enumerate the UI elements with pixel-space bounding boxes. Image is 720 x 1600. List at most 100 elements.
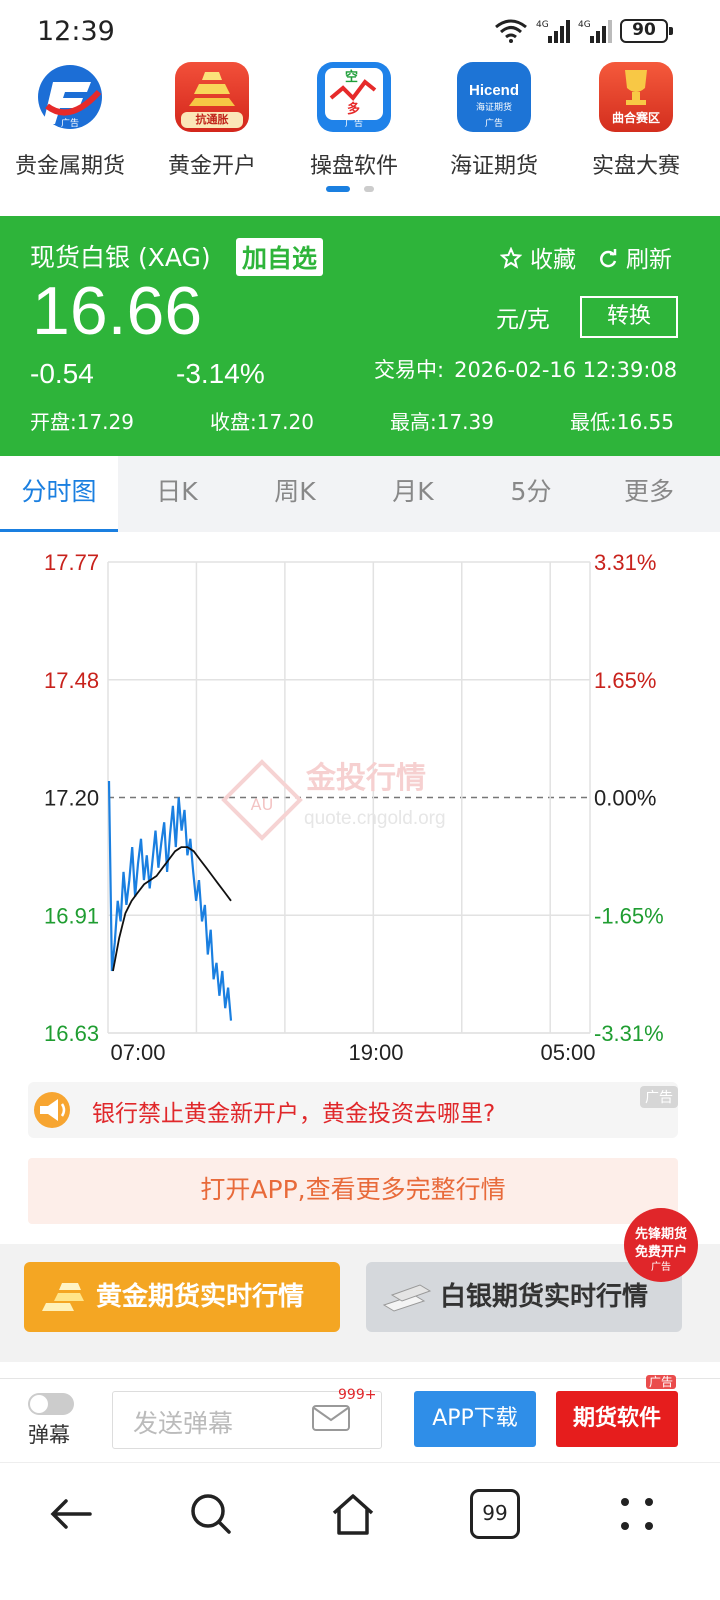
watermark-url: quote.cngold.org [304,808,446,829]
open-app-button[interactable]: 打开APP,查看更多完整行情 [28,1158,678,1224]
icon-text-bottom: 多 [347,102,361,117]
tab-weekly-k[interactable]: 周K [236,456,354,532]
x-tick-label: 05:00 [540,1040,595,1065]
price-change-percent: -3.14% [176,358,265,389]
y-tick-label-right: 3.31% [594,550,656,575]
browser-nav-bar: 99 [0,1462,720,1600]
svg-text:4G: 4G [536,20,549,30]
watermark-text: 金投行情 [305,761,426,796]
float-ad-line2: 免费开户 [634,1245,687,1260]
favorite-label: 收藏 [530,247,576,273]
ad-banner[interactable]: 银行禁止黄金新开户，黄金投资去哪里? 广告 [28,1082,678,1138]
trophy-icon: 曲合赛区 [599,62,673,132]
danmu-toggle-label: 弹幕 [28,1423,70,1447]
favorite-button[interactable]: 收藏 [499,240,576,274]
battery-icon: 90 [620,19,673,43]
x-tick-label: 19:00 [348,1040,403,1065]
high-price: 最高:17.39 [390,410,494,434]
app-item-trading-contest[interactable]: 曲合赛区 实盘大赛 [566,62,706,180]
search-icon[interactable] [186,1489,236,1539]
intraday-chart[interactable]: AU 金投行情 quote.cngold.org 17.77 3.31% 17.48 1.6… [0,540,720,1070]
add-watchlist-button[interactable]: 加自选 [236,238,324,276]
app-item-gold-account[interactable]: 抗通胀 黄金开户 [142,62,282,180]
tab-daily-k[interactable]: 日K [118,456,236,532]
ad-mark: 广告 [60,119,79,129]
current-price: 16.66 [32,273,203,349]
chart-tabs: 分时图 日K 周K 月K 5分 更多 [0,456,720,532]
svg-text:4G: 4G [578,20,591,30]
carousel-dot [364,186,374,192]
message-badge: 999+ [338,1387,377,1403]
wifi-icon [495,19,527,43]
close-price: 收盘:17.20 [210,410,314,434]
menu-dots-icon[interactable] [612,1489,662,1539]
trading-chart-icon: 空 多 广告 [317,62,391,132]
y-tick-label-right: -1.65% [594,903,664,928]
instrument-name: 现货白银 (XAG) [30,243,211,272]
status-icons: 4G 4G 90 [494,18,673,44]
y-tick-label-right: -3.31% [594,1021,664,1046]
back-arrow-icon[interactable] [46,1489,96,1539]
intraday-chart-svg: AU 金投行情 quote.cngold.org 17.77 3.31% 17.48 1.6… [44,550,664,1065]
carousel-dot-active [326,186,350,192]
tab-5min[interactable]: 5分 [472,456,590,532]
brand-text: Hicend [468,82,519,99]
app-label: 海证期货 [449,154,538,179]
status-time: 12:39 [37,16,115,47]
float-ad-line1: 先锋期货 [634,1227,687,1242]
floating-ad-button[interactable]: 先锋期货 免费开户 广告 [624,1208,698,1282]
tab-monthly-k[interactable]: 月K [354,456,472,532]
gold-futures-label: 黄金期货实时行情 [96,1282,305,1312]
brand-subtext: 海证期货 [475,103,512,113]
app-label: 贵金属期货 [14,154,125,179]
app-label: 黄金开户 [167,154,256,179]
signal-icon: 4G [536,20,570,43]
app-badge: 曲合赛区 [611,111,660,125]
refresh-button[interactable]: 刷新 [598,240,672,274]
trading-status: 交易中: 2026-02-16 12:39:08 [374,354,677,384]
futures-software-label: 期货软件 [572,1406,661,1431]
carousel-indicator [326,186,374,192]
app-badge: 抗通胀 [181,112,243,128]
status-label: 交易中: [374,358,445,382]
danmu-toggle[interactable] [28,1393,74,1415]
y-tick-label-left: 17.20 [44,786,99,811]
futures-software-button[interactable]: 期货软件 广告 [556,1375,678,1447]
quote-timestamp: 2026-02-16 12:39:08 [454,358,678,382]
gold-futures-button[interactable]: 黄金期货实时行情 [24,1262,340,1332]
y-tick-label-left: 16.63 [44,1021,99,1046]
bottom-action-bar: 弹幕 发送弹幕 999+ APP下载 期货软件 广告 [0,1375,720,1460]
y-tick-label-left: 17.77 [44,550,99,575]
app-item-precious-metals-futures[interactable]: 广告 贵金属期货 [0,62,140,180]
hicend-logo-icon: Hicend 海证期货 广告 [457,62,531,132]
futures-logo-icon: 广告 [33,62,107,132]
float-ad-tag: 广告 [651,1262,671,1273]
star-icon [499,246,523,269]
home-icon[interactable] [328,1489,378,1539]
app-download-button[interactable]: APP下载 [414,1391,536,1447]
ad-banner-text: 银行禁止黄金新开户，黄金投资去哪里? [92,1101,496,1127]
tabs-counter-icon[interactable]: 99 [470,1489,520,1539]
price-line [107,780,233,1021]
app-item-trading-software[interactable]: 空 多 广告 操盘软件 [284,62,424,180]
app-label: 操盘软件 [309,154,398,179]
tab-intraday[interactable]: 分时图 [0,456,118,532]
y-tick-label-left: 16.91 [44,903,99,928]
y-tick-label-right: 1.65% [594,668,656,693]
tab-more[interactable]: 更多 [590,456,708,532]
y-tick-label-left: 17.48 [44,668,99,693]
status-bar: 12:39 4G 4G 90 [0,0,720,62]
megaphone-icon [34,1092,70,1128]
silver-futures-label: 白银期货实时行情 [440,1282,649,1312]
y-tick-label-right: 0.00% [594,786,656,811]
watermark-logo: AU [251,795,274,814]
mail-icon[interactable] [312,1405,350,1431]
convert-button[interactable]: 转换 [580,296,678,338]
price-unit: 元/克 [496,307,550,333]
ad-mark: 广告 [484,119,503,129]
price-change: -0.54 [30,358,94,389]
app-item-haizheng-futures[interactable]: Hicend 海证期货 广告 海证期货 [424,62,564,180]
low-price: 最低:16.55 [570,410,674,434]
refresh-label: 刷新 [626,247,672,273]
silver-bars-icon [382,1284,432,1312]
